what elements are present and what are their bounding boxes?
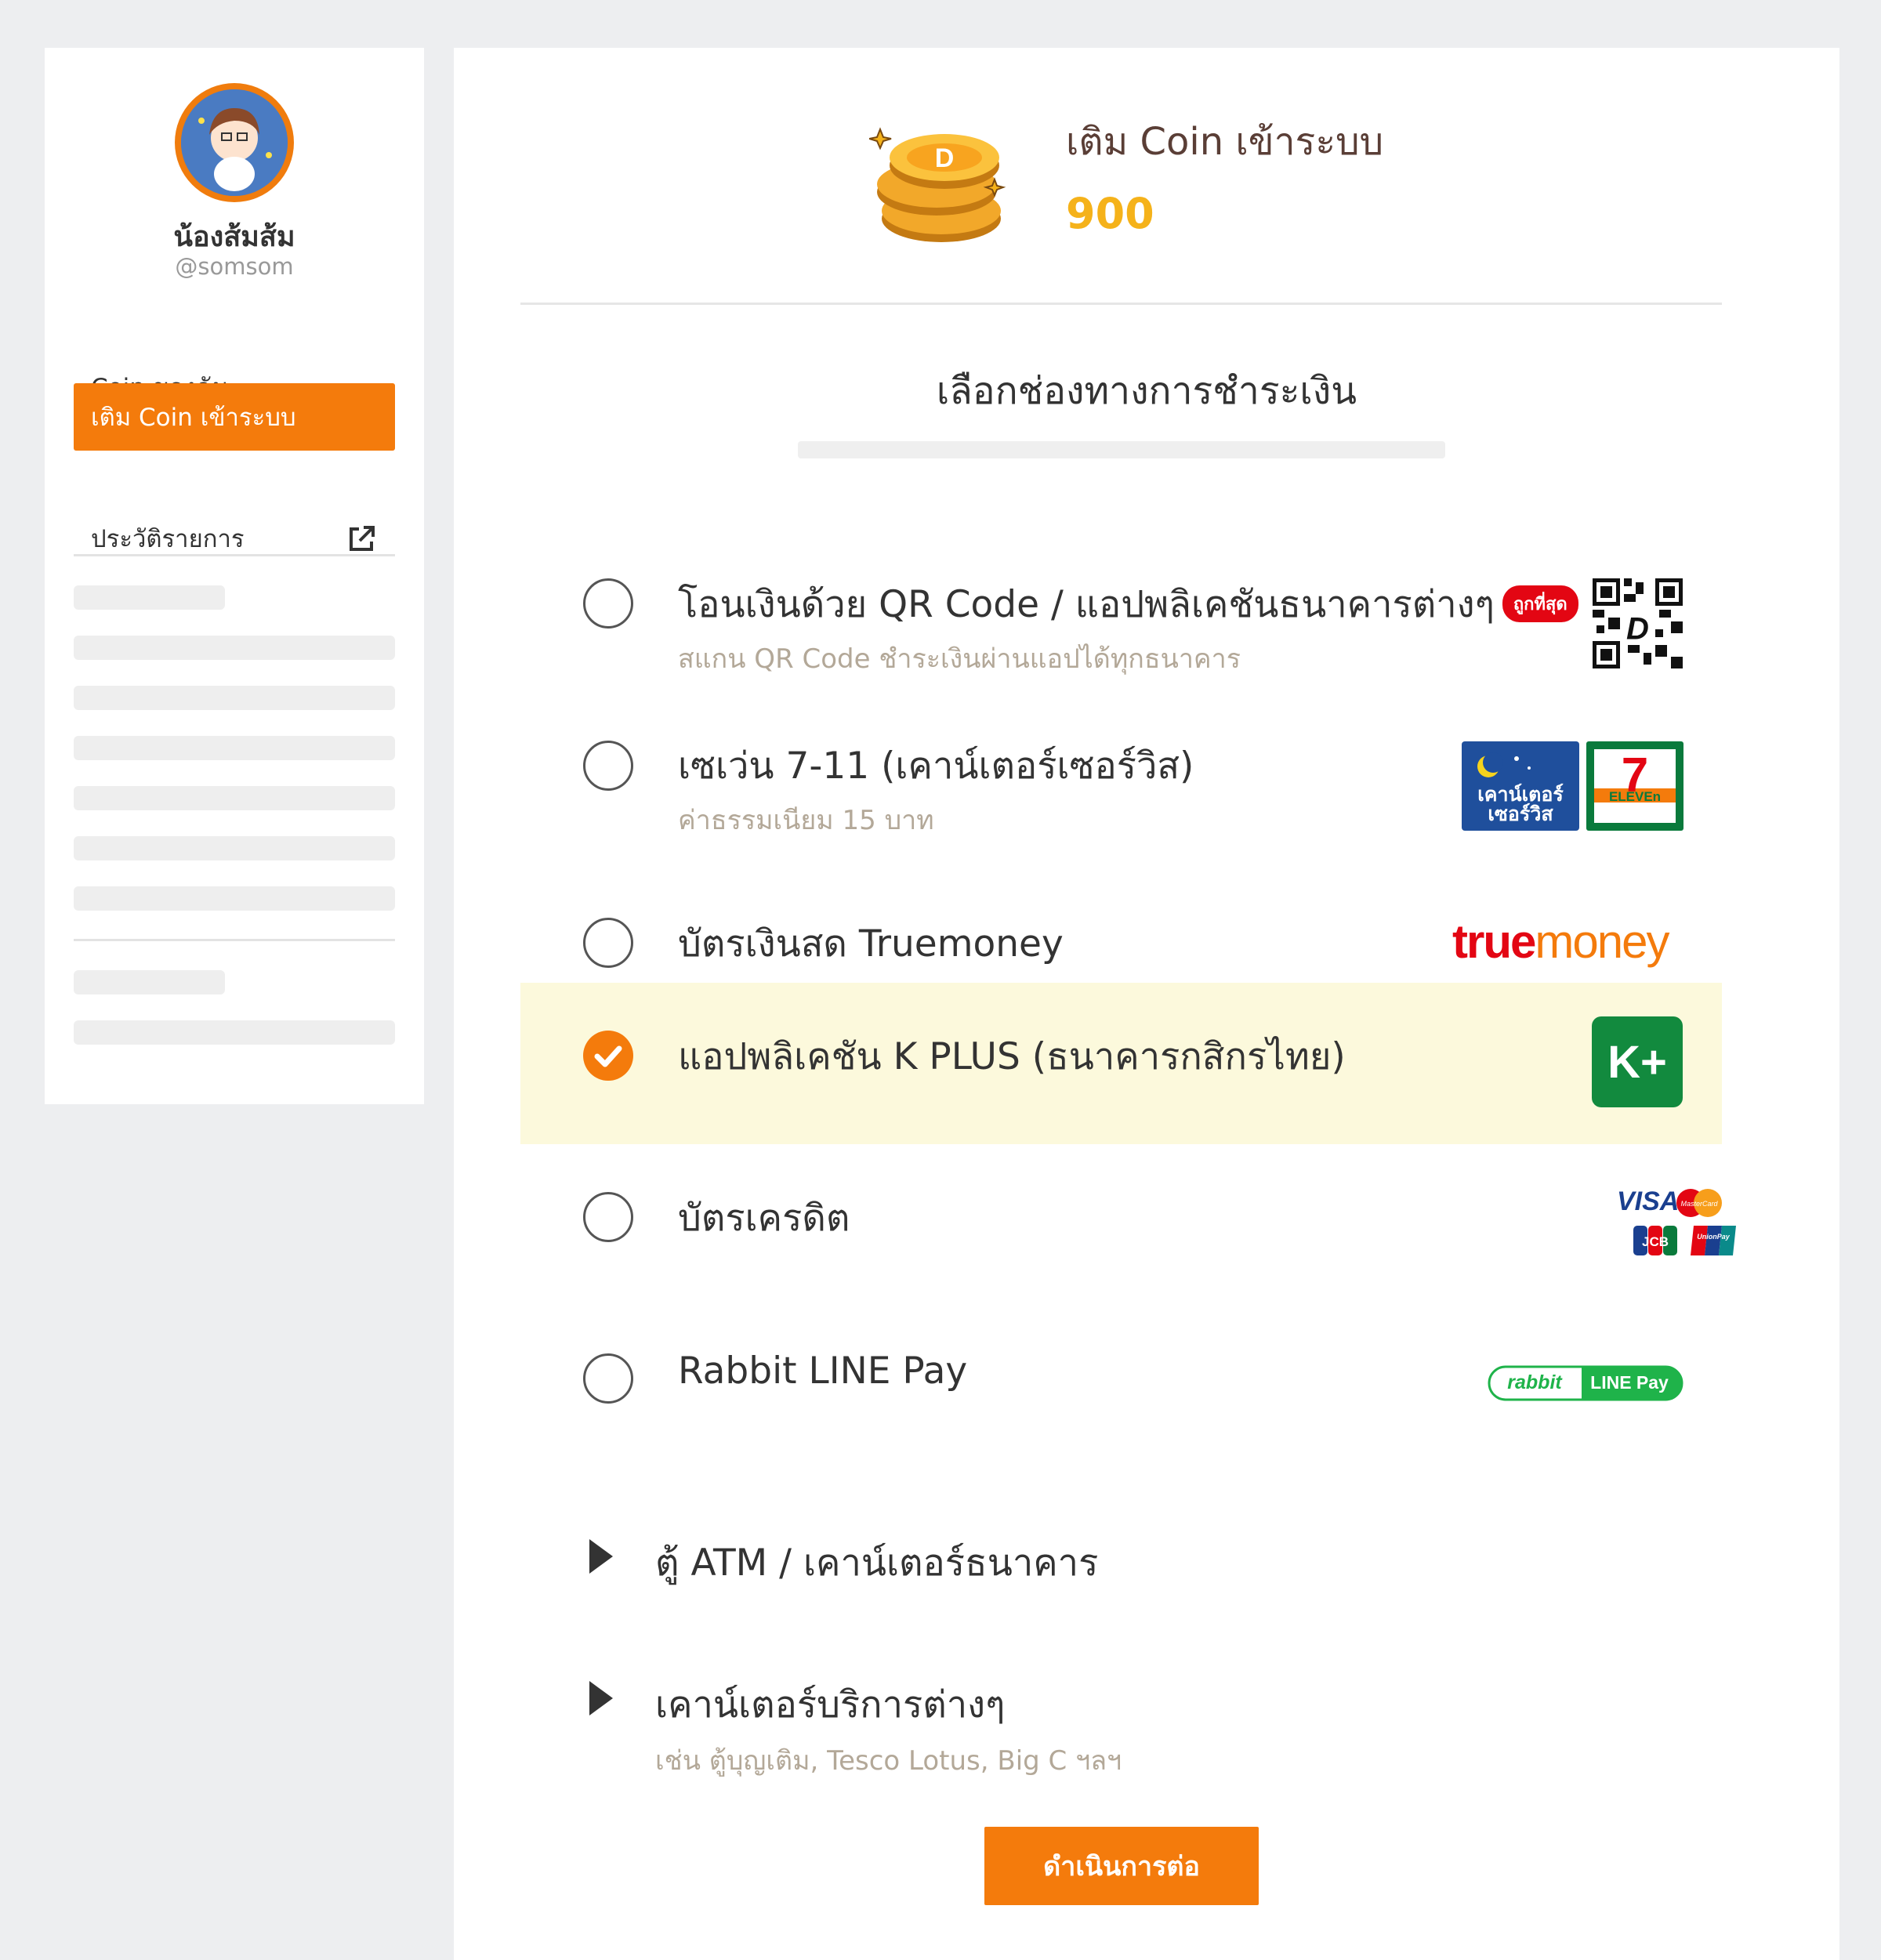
expander-title: ตู้ ATM / เคาน์เตอร์ธนาคาร (655, 1542, 1099, 1585)
skeleton-placeholder (74, 686, 395, 710)
payment-option-title: Rabbit LINE Pay (678, 1350, 968, 1393)
external-link-icon (350, 526, 375, 551)
payment-option-qr[interactable]: โอนเงินด้วย QR Code / แอปพลิเคชันธนาคารต… (520, 523, 1722, 684)
radio-button[interactable] (583, 1353, 633, 1404)
header-divider (520, 303, 1722, 305)
payment-option-title: เซเว่น 7-11 (เคาน์เตอร์เซอร์วิส) (678, 745, 1194, 788)
menu-item-topup-coin[interactable]: เติม Coin เข้าระบบ (74, 383, 395, 451)
coin-stack-icon: D (869, 127, 1006, 242)
menu-item-history[interactable]: ประวัติรายการ (74, 505, 395, 572)
coin-balance: 900 (1066, 189, 1154, 238)
sidebar-divider (74, 554, 395, 556)
svg-text:D: D (935, 143, 955, 173)
cheapest-badge: ถูกที่สุด (1502, 585, 1578, 622)
checkmark-icon (594, 1045, 622, 1067)
svg-text:LINE Pay: LINE Pay (1590, 1372, 1669, 1393)
user-avatar[interactable] (175, 83, 294, 202)
7eleven-logo: 7 ELEVEn (1586, 741, 1683, 831)
skeleton-placeholder (74, 636, 395, 660)
expander-subtitle: เช่น ตู้บุญเติม, Tesco Lotus, Big C ฯลฯ (655, 1745, 1122, 1777)
rabbit-line-pay-logo: rabbit LINE Pay (1488, 1365, 1683, 1401)
visa-logo: VISA (1617, 1187, 1680, 1216)
kplus-logo: K+ (1592, 1016, 1683, 1107)
payment-option-subtitle: ค่าธรรมเนียม 15 บาท (678, 805, 934, 836)
svg-text:JCB: JCB (1642, 1234, 1669, 1249)
svg-text:เคาน์เตอร์: เคาน์เตอร์ (1477, 783, 1564, 806)
svg-text:D: D (1626, 612, 1649, 647)
menu-item-label: เติม Coin เข้าระบบ (91, 404, 296, 432)
skeleton-placeholder (74, 1020, 395, 1045)
skeleton-placeholder (74, 786, 395, 810)
payment-option-rabbit-line-pay[interactable]: Rabbit LINE Pay rabbit LINE Pay (520, 1306, 1722, 1467)
payment-option-kplus[interactable]: แอปพลิเคชัน K PLUS (ธนาคารกสิกรไทย) K+ (520, 983, 1722, 1144)
user-name: น้องส้มส้ม (173, 221, 295, 253)
user-handle: @somsom (175, 253, 294, 280)
radio-button[interactable] (583, 918, 633, 968)
svg-text:UnionPay: UnionPay (1697, 1233, 1731, 1241)
title-underline (798, 441, 1445, 458)
main-panel: D เติม Coin เข้าระบบ 900 เลือกช่องทางการ… (454, 48, 1839, 1960)
skeleton-placeholder (74, 970, 225, 994)
radio-button[interactable] (583, 741, 633, 791)
mastercard-logo: MasterCard (1676, 1189, 1722, 1217)
radio-button-checked[interactable] (583, 1031, 633, 1081)
svg-text:MasterCard: MasterCard (1680, 1200, 1718, 1208)
topup-title: เติม Coin เข้าระบบ (1066, 120, 1384, 164)
skeleton-placeholder (74, 886, 395, 911)
menu-item-label: ประวัติรายการ (91, 525, 245, 553)
jcb-logo: JCB (1633, 1226, 1677, 1255)
payment-option-subtitle: สแกน QR Code ชำระเงินผ่านแอปได้ทุกธนาคาร (678, 643, 1241, 675)
payment-option-title: แอปพลิเคชัน K PLUS (ธนาคารกสิกรไทย) (678, 1035, 1346, 1078)
payment-option-title: โอนเงินด้วย QR Code / แอปพลิเคชันธนาคารต… (678, 574, 1578, 633)
payment-option-title: บัตรเครดิต (678, 1197, 850, 1240)
skeleton-placeholder (74, 836, 395, 860)
sidebar: น้องส้มส้ม @somsom Coin ของฉัน เติม Coin… (45, 48, 424, 1104)
payment-section-title: เลือกช่องทางการชำระเงิน (936, 369, 1357, 413)
expander-counter-services[interactable]: เคาน์เตอร์บริการต่างๆ เช่น ตู้บุญเติม, T… (589, 1675, 1608, 1784)
payment-option-credit-card[interactable]: บัตรเครดิต VISA MasterCard JCB UnionPay (520, 1144, 1736, 1306)
svg-text:rabbit: rabbit (1507, 1371, 1563, 1393)
radio-button[interactable] (583, 1192, 633, 1242)
caret-right-icon (589, 1681, 613, 1715)
proceed-button[interactable]: ดำเนินการต่อ (984, 1827, 1259, 1905)
sidebar-divider (74, 939, 395, 941)
caret-right-icon (589, 1539, 613, 1574)
expander-atm[interactable]: ตู้ ATM / เคาน์เตอร์ธนาคาร (589, 1533, 1608, 1603)
counter-service-logo: เคาน์เตอร์ เซอร์วิส (1462, 741, 1579, 831)
skeleton-placeholder (74, 736, 395, 760)
truemoney-logo: truemoney (1452, 915, 1669, 968)
svg-text:เซอร์วิส: เซอร์วิส (1488, 802, 1553, 825)
qr-code-icon: D (1593, 578, 1683, 668)
unionpay-logo: UnionPay (1691, 1226, 1736, 1255)
radio-button[interactable] (583, 578, 633, 629)
payment-option-title: บัตรเงินสด Truemoney (678, 922, 1064, 966)
expander-title: เคาน์เตอร์บริการต่างๆ (655, 1683, 1006, 1726)
svg-text:ELEVEn: ELEVEn (1609, 789, 1661, 804)
payment-option-7eleven[interactable]: เซเว่น 7-11 (เคาน์เตอร์เซอร์วิส) ค่าธรรม… (520, 684, 1722, 846)
skeleton-placeholder (74, 585, 225, 610)
avatar-character-icon (181, 89, 288, 196)
